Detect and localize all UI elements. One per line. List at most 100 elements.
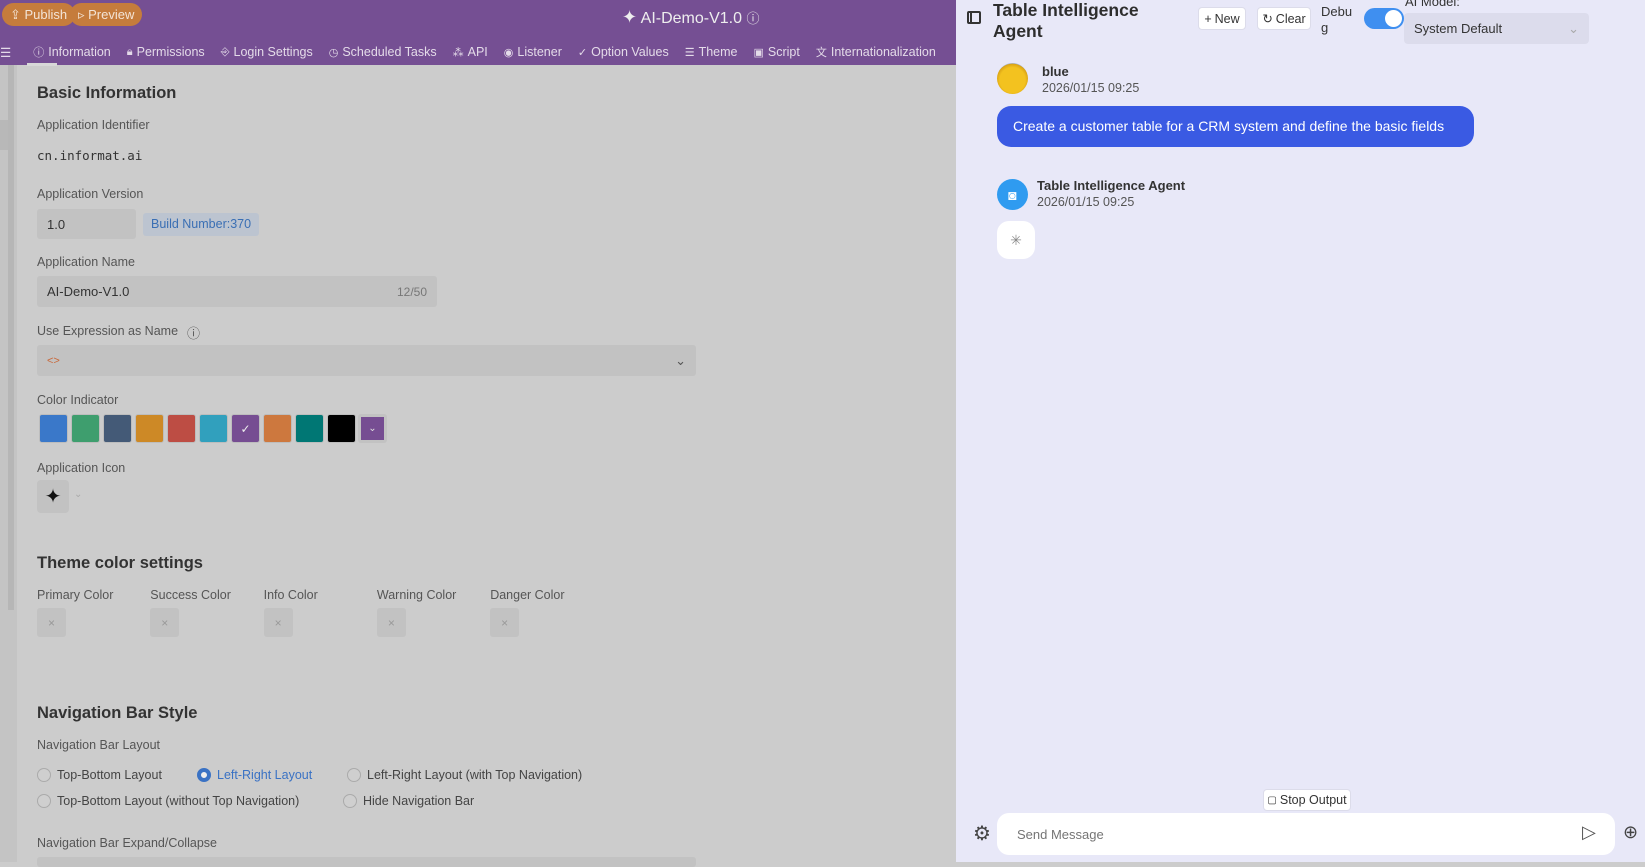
color-swatch[interactable] xyxy=(71,414,100,443)
preview-button[interactable]: ▹ Preview xyxy=(70,3,143,26)
panel-title: Table Intelligence Agent xyxy=(993,0,1139,41)
user-message-bubble: Create a customer table for a CRM system… xyxy=(997,106,1474,147)
name-label: Application Name xyxy=(37,255,135,269)
theme-color-picker[interactable]: × xyxy=(490,608,520,637)
upload-icon: ⇪ xyxy=(10,7,25,22)
section-title: Theme color settings xyxy=(37,554,203,572)
gear-icon[interactable]: ⚙ xyxy=(973,821,991,846)
color-swatch[interactable]: ✓ xyxy=(231,414,260,443)
tab-scheduled-tasks[interactable]: ◷ Scheduled Tasks xyxy=(321,41,445,63)
build-number-badge: Build Number:370 xyxy=(143,213,260,236)
message-input[interactable] xyxy=(997,813,1615,855)
version-label: Application Version xyxy=(37,187,144,201)
stop-output-button[interactable]: ▢ Stop Output xyxy=(1263,789,1351,811)
radio-circle xyxy=(37,768,51,782)
check-circle-icon: ✓ xyxy=(577,46,588,59)
chevron-down-icon[interactable]: ⌄ xyxy=(74,489,82,500)
nav-layout-radio[interactable]: Top-Bottom Layout xyxy=(37,768,162,782)
tab-api[interactable]: ⁂ API xyxy=(445,41,496,63)
theme-color-picker[interactable]: × xyxy=(37,608,66,637)
tab-information[interactable]: ⓘ Information xyxy=(25,41,119,66)
name-input[interactable]: AI-Demo-V1.0 12/50 xyxy=(37,276,437,307)
theme-color-picker[interactable]: × xyxy=(150,608,180,637)
nav-expand-label: Navigation Bar Expand/Collapse xyxy=(37,836,217,850)
radio-circle xyxy=(343,794,357,808)
theme-color-label: Primary Color xyxy=(37,588,114,602)
expression-select[interactable]: <> ⌄ xyxy=(37,345,696,376)
sidebar-toggle-icon[interactable] xyxy=(967,11,981,24)
top-bar: ⇪ Publish ▹ Preview ✦ AI-Demo-V1.0 ⓘ ☰ ⓘ… xyxy=(0,0,956,66)
user-avatar xyxy=(997,63,1028,94)
char-count: 12/50 xyxy=(396,284,427,299)
login-icon: ⎆ xyxy=(220,45,230,58)
color-swatch[interactable] xyxy=(263,414,292,443)
new-button[interactable]: + New xyxy=(1198,7,1246,30)
nav-layout-radio[interactable]: Top-Bottom Layout (without Top Navigatio… xyxy=(37,794,299,808)
tab-script[interactable]: ▣ Script xyxy=(745,41,807,63)
lock-icon: 🔒︎ xyxy=(126,45,133,58)
color-label: Color Indicator xyxy=(37,393,119,407)
theme-color-label: Danger Color xyxy=(490,588,565,602)
theme-color-label: Info Color xyxy=(263,588,318,602)
clear-button[interactable]: ↻ Clear xyxy=(1257,7,1311,30)
publish-button[interactable]: ⇪ Publish xyxy=(2,3,76,26)
add-circle-icon[interactable]: ⊕ xyxy=(1623,822,1638,843)
scrollbar[interactable] xyxy=(8,65,14,610)
icon-label: Application Icon xyxy=(37,461,126,475)
color-swatch[interactable] xyxy=(103,414,132,443)
chevron-down-icon: ⌄ xyxy=(1568,20,1579,36)
api-icon: ⁂ xyxy=(452,46,464,59)
nav-expand-select[interactable] xyxy=(37,857,696,867)
script-icon: ▣ xyxy=(753,46,764,59)
version-input[interactable]: 1.0 xyxy=(37,209,136,239)
tab-bar: ☰ ⓘ Information 🔒︎ Permissions ⎆ Login Settin… xyxy=(0,41,944,66)
identifier-label: Application Identifier xyxy=(37,118,150,132)
agent-avatar: ◙ xyxy=(997,179,1028,210)
tab-theme[interactable]: ☰ Theme xyxy=(677,41,746,63)
theme-color-label: Success Color xyxy=(150,588,231,602)
color-swatch[interactable] xyxy=(295,414,324,443)
tab-permissions[interactable]: 🔒︎ Permissions xyxy=(119,41,213,63)
theme-color-picker[interactable]: × xyxy=(376,608,406,637)
theme-color-picker[interactable]: × xyxy=(263,608,293,637)
translate-icon: 文 xyxy=(815,47,827,59)
radio-circle xyxy=(197,768,211,782)
debug-toggle[interactable] xyxy=(1364,8,1404,29)
tab-listener[interactable]: ◉ Listener xyxy=(496,41,570,63)
nav-layout-radio[interactable]: Hide Navigation Bar xyxy=(343,794,474,808)
chevron-down-icon: ⌄ xyxy=(675,352,686,368)
play-icon: ▹ xyxy=(78,7,89,22)
color-swatch[interactable] xyxy=(199,414,228,443)
radio-circle xyxy=(37,794,51,808)
tab-login-settings[interactable]: ⎆ Login Settings xyxy=(213,41,321,63)
custom-color-picker[interactable]: ⌄ xyxy=(358,414,387,443)
refresh-icon: ↻ xyxy=(1262,12,1273,26)
app-icon-picker[interactable]: ✦ xyxy=(37,480,69,513)
plus-icon: + xyxy=(1204,11,1212,26)
send-icon[interactable]: ▷ xyxy=(1582,822,1596,843)
help-icon[interactable]: ⓘ xyxy=(746,11,759,26)
name-value: AI-Demo-V1.0 xyxy=(47,284,130,299)
clock-icon: ◷ xyxy=(328,46,339,59)
color-swatch[interactable] xyxy=(167,414,196,443)
model-select[interactable]: System Default ⌄ xyxy=(1404,13,1589,44)
expression-label: Use Expression as Name xyxy=(37,324,179,338)
stop-icon: ▢ xyxy=(1267,794,1277,806)
message-time: 2026/01/15 09:25 xyxy=(1042,81,1140,95)
menu-toggle-icon[interactable]: ☰ xyxy=(0,41,25,63)
eye-icon: ◉ xyxy=(503,46,514,59)
info-icon[interactable]: ⓘ xyxy=(187,323,200,342)
theme-color-label: Warning Color xyxy=(376,588,457,602)
section-title: Basic Information xyxy=(37,84,177,102)
nav-layout-radio[interactable]: Left-Right Layout (with Top Navigation) xyxy=(347,768,582,782)
tab-internationalization[interactable]: 文 Internationalization xyxy=(808,41,944,63)
color-swatch[interactable] xyxy=(39,414,68,443)
color-swatch[interactable] xyxy=(327,414,356,443)
sparkle-icon: ✦ xyxy=(44,486,62,508)
sparkle-icon: ✦ xyxy=(622,7,638,27)
color-swatch[interactable] xyxy=(135,414,164,443)
theme-icon: ☰ xyxy=(684,46,695,59)
nav-layout-radio[interactable]: Left-Right Layout xyxy=(197,768,312,782)
tab-option-values[interactable]: ✓ Option Values xyxy=(570,41,677,63)
chevron-down-icon: ⌄ xyxy=(361,417,384,440)
